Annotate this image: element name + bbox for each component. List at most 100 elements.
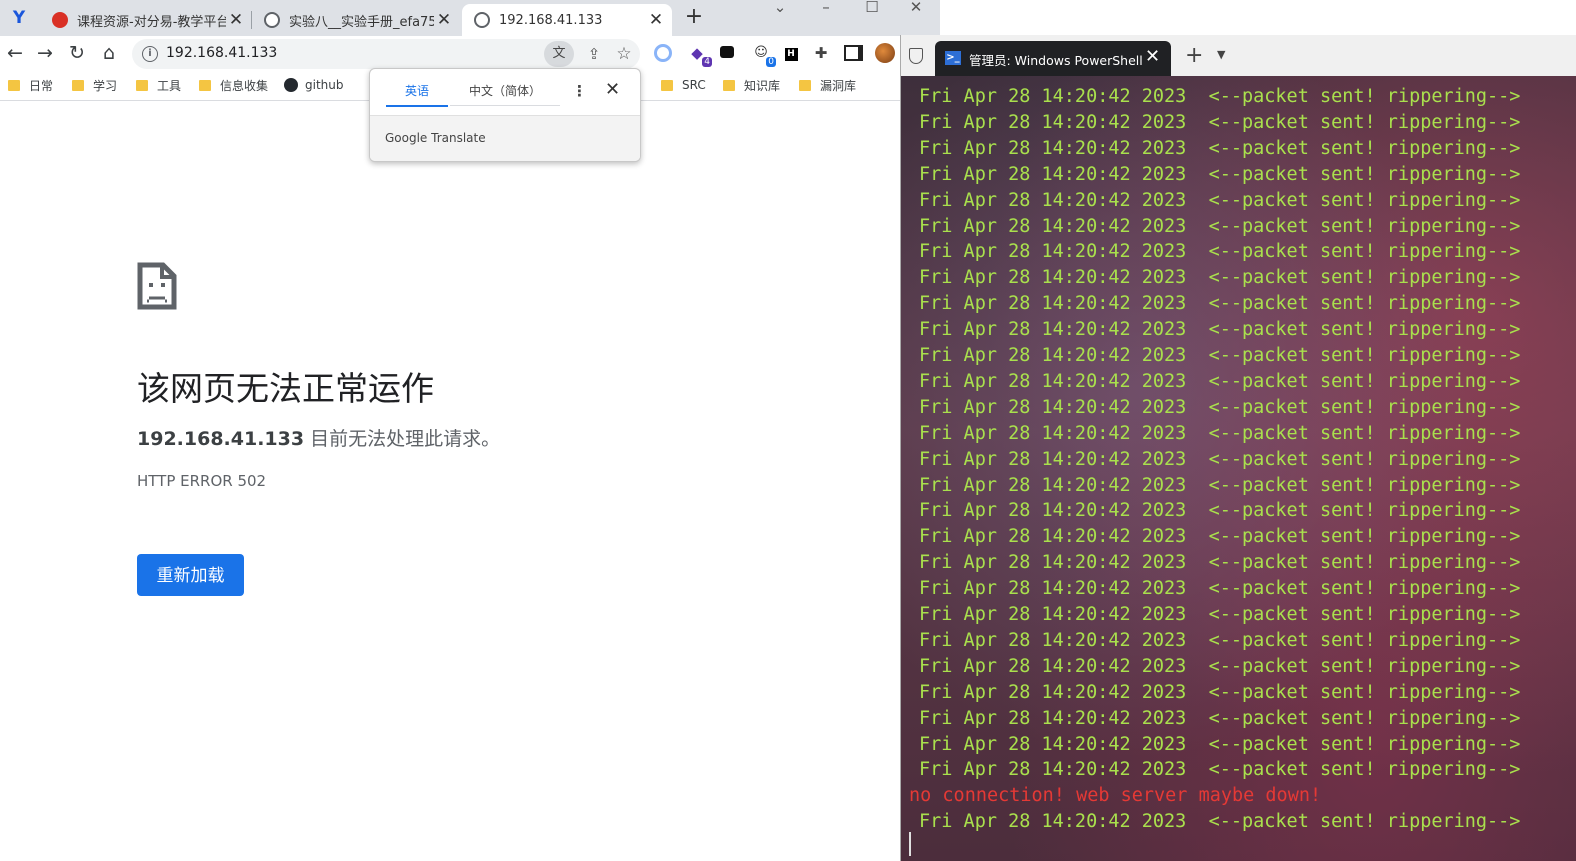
tab-title: 实验八__实验手册_efa759e — [289, 14, 434, 30]
address-url[interactable]: 192.168.41.133 — [166, 45, 277, 61]
minimize-button[interactable]: – — [806, 0, 846, 15]
text-cursor — [909, 832, 911, 856]
powershell-icon: >_ — [945, 51, 961, 65]
side-panel-icon[interactable] — [842, 42, 864, 64]
bookmark-folder[interactable]: SRC — [661, 76, 706, 94]
terminal-tab-title: 管理员: Windows PowerShell — [969, 53, 1143, 68]
folder-icon — [136, 79, 148, 91]
error-message-text: 目前无法处理此请求。 — [304, 428, 501, 450]
bookmark-github[interactable]: github — [284, 76, 343, 94]
close-tab-icon[interactable]: ✕ — [646, 10, 666, 30]
terminal-line: Fri Apr 28 14:20:42 2023 <--packet sent!… — [919, 86, 1521, 107]
terminal-line: Fri Apr 28 14:20:42 2023 <--packet sent!… — [919, 422, 1521, 444]
terminal-line: Fri Apr 28 14:20:42 2023 <--packet sent!… — [919, 370, 1521, 392]
forward-button[interactable]: → — [32, 40, 58, 66]
extension-robot-icon[interactable]: ☺ 0 — [750, 42, 776, 67]
new-terminal-tab-button[interactable]: + — [1185, 43, 1203, 68]
browser-logo-icon[interactable]: Y — [8, 7, 30, 29]
terminal-line: Fri Apr 28 14:20:42 2023 <--packet sent!… — [919, 707, 1521, 729]
reload-icon[interactable]: ↻ — [64, 40, 90, 66]
bookmark-label: 知识库 — [744, 78, 781, 93]
terminal-line: Fri Apr 28 14:20:42 2023 <--packet sent!… — [919, 111, 1521, 133]
folder-icon — [661, 79, 673, 91]
terminal-window: >_ 管理员: Windows PowerShell ✕ + ▼ Fri Apr… — [900, 35, 1576, 861]
tab-course-resources[interactable]: 课程资源-对分易-教学平台 ✕ — [40, 4, 252, 36]
browser-window: Y 课程资源-对分易-教学平台 ✕ 实验八__实验手册_efa759e ✕ 19… — [0, 0, 940, 861]
terminal-line: Fri Apr 28 14:20:42 2023 <--packet sent!… — [919, 396, 1521, 418]
bookmark-folder[interactable]: 日常 — [8, 76, 53, 94]
folder-icon — [199, 79, 211, 91]
translate-source-tab[interactable]: 英语 — [386, 81, 448, 107]
bookmark-folder[interactable]: 学习 — [72, 76, 117, 94]
github-icon — [284, 78, 298, 92]
profile-avatar[interactable] — [874, 42, 896, 64]
site-info-icon[interactable]: i — [142, 46, 158, 62]
error-host: 192.168.41.133 — [137, 428, 305, 450]
terminal-line: Fri Apr 28 14:20:42 2023 <--packet sent!… — [919, 448, 1521, 470]
bookmark-label: 工具 — [157, 78, 182, 93]
close-window-button[interactable]: ✕ — [896, 0, 936, 15]
terminal-tab[interactable]: >_ 管理员: Windows PowerShell ✕ — [935, 41, 1171, 76]
bookmark-folder[interactable]: 知识库 — [723, 76, 780, 94]
extension-gem-icon[interactable]: ◆ 4 — [686, 42, 712, 67]
close-tab-icon[interactable]: ✕ — [1145, 46, 1160, 67]
error-message: 192.168.41.133 目前无法处理此请求。 — [137, 424, 500, 451]
terminal-error-line: no connection! web server maybe down! — [909, 785, 1322, 807]
globe-icon — [474, 12, 490, 28]
translate-icon[interactable]: 文 — [544, 41, 574, 67]
bookmark-star-icon[interactable]: ☆ — [612, 42, 636, 66]
terminal-line: Fri Apr 28 14:20:42 2023 <--packet sent!… — [919, 681, 1521, 703]
terminal-line: Fri Apr 28 14:20:42 2023 <--packet sent!… — [919, 629, 1521, 651]
extension-badge: 0 — [766, 57, 776, 67]
reload-button[interactable]: 重新加载 — [137, 554, 244, 596]
terminal-line: Fri Apr 28 14:20:42 2023 <--packet sent!… — [919, 759, 1521, 781]
terminal-line: Fri Apr 28 14:20:42 2023 <--packet sent!… — [919, 500, 1521, 522]
google-translate-brand: Google Translate — [385, 131, 486, 145]
bookmark-folder[interactable]: 漏洞库 — [799, 76, 856, 94]
folder-icon — [799, 79, 811, 91]
shield-icon — [909, 48, 923, 64]
terminal-line: Fri Apr 28 14:20:42 2023 <--packet sent!… — [919, 733, 1521, 755]
back-button[interactable]: ← — [2, 40, 28, 66]
maximize-button[interactable]: ☐ — [852, 0, 892, 15]
terminal-line: Fri Apr 28 14:20:42 2023 <--packet sent!… — [919, 604, 1521, 625]
terminal-line: Fri Apr 28 14:20:42 2023 <--packet sent!… — [919, 293, 1521, 315]
terminal-line: Fri Apr 28 14:20:42 2023 <--packet sent!… — [919, 578, 1521, 600]
translate-footer: Google Translate — [370, 115, 640, 161]
translate-target-tab[interactable]: 中文（简体） — [450, 81, 560, 106]
tab-active-ip[interactable]: 192.168.41.133 ✕ — [462, 4, 672, 36]
error-code: HTTP ERROR 502 — [137, 472, 267, 490]
close-tab-icon[interactable]: ✕ — [434, 10, 454, 30]
extensions-puzzle-icon[interactable]: ✚ — [810, 42, 832, 64]
tab-lab-manual[interactable]: 实验八__实验手册_efa759e ✕ — [252, 4, 460, 36]
terminal-line: Fri Apr 28 14:20:42 2023 <--packet sent!… — [919, 163, 1521, 185]
terminal-line: Fri Apr 28 14:20:42 2023 <--packet sent!… — [919, 137, 1521, 159]
chevron-down-icon[interactable]: ⌄ — [760, 0, 800, 15]
close-tab-icon[interactable]: ✕ — [226, 10, 246, 30]
terminal-line: Fri Apr 28 14:20:42 2023 <--packet sent!… — [919, 655, 1521, 677]
address-bar[interactable]: i 192.168.41.133 文 ⇪ ☆ — [132, 39, 640, 69]
terminal-output[interactable]: Fri Apr 28 14:20:42 2023 <--packet sent!… — [901, 76, 1576, 861]
share-icon[interactable]: ⇪ — [582, 42, 606, 66]
terminal-titlebar: >_ 管理员: Windows PowerShell ✕ + ▼ — [901, 35, 1576, 76]
bookmark-folder[interactable]: 工具 — [136, 76, 181, 94]
bookmark-folder[interactable]: 信息收集 — [199, 76, 268, 94]
browser-toolbar: ← → ↻ ⌂ i 192.168.41.133 文 ⇪ ☆ ◆ 4 ☺ 0 H — [0, 36, 940, 70]
error-title: 该网页无法正常运作 — [137, 369, 434, 408]
tab-title: 课程资源-对分易-教学平台 — [77, 14, 226, 30]
more-options-icon[interactable]: ⋮ — [572, 82, 587, 100]
chevron-down-icon[interactable]: ▼ — [1217, 48, 1225, 61]
extension-ring-icon[interactable] — [652, 42, 674, 64]
extension-h-icon[interactable]: H — [780, 42, 802, 64]
terminal-line: Fri Apr 28 14:20:42 2023 <--packet sent!… — [919, 215, 1521, 237]
folder-icon — [72, 79, 84, 91]
sad-document-icon — [137, 262, 177, 310]
extension-cat-icon[interactable] — [716, 42, 738, 64]
bookmark-label: 信息收集 — [220, 78, 269, 93]
new-tab-button[interactable]: + — [682, 6, 706, 30]
close-icon[interactable]: ✕ — [605, 79, 620, 100]
folder-icon — [8, 79, 20, 91]
home-icon[interactable]: ⌂ — [96, 40, 122, 66]
terminal-line: Fri Apr 28 14:20:42 2023 <--packet sent!… — [919, 474, 1521, 496]
terminal-line: Fri Apr 28 14:20:42 2023 <--packet sent!… — [919, 345, 1521, 366]
